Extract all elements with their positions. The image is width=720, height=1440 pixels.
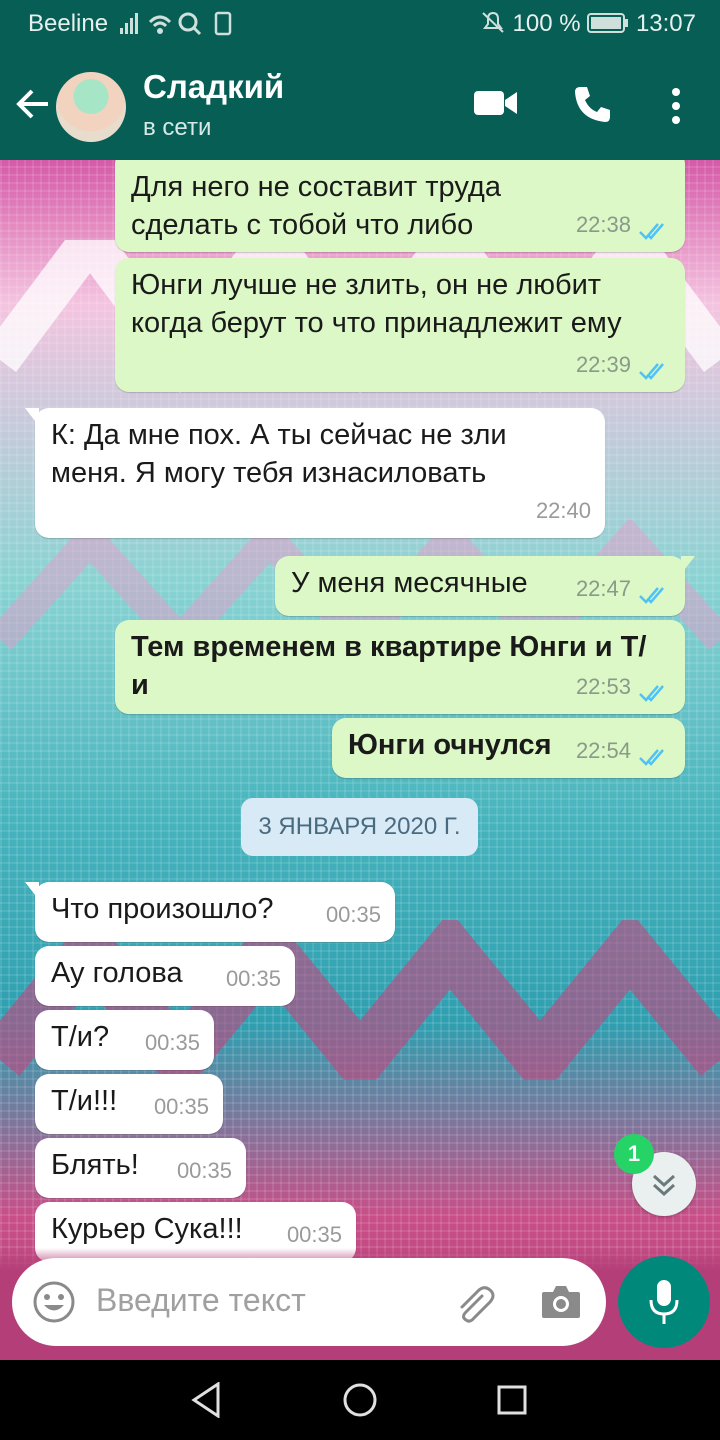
message-time: 00:35 (153, 1094, 209, 1119)
voice-call-icon[interactable] (572, 84, 612, 124)
bubble-tail (681, 556, 695, 574)
message-time: 22:38 (575, 212, 631, 237)
message-text: У меня месячные (291, 567, 528, 599)
system-nav-bar (0, 1360, 720, 1440)
contact-status: в сети (143, 114, 212, 141)
signal-wifi-icons (120, 10, 240, 44)
camera-icon[interactable] (540, 1282, 582, 1322)
message-outgoing[interactable]: Для него не составит труда сделать с тоб… (115, 160, 685, 252)
carrier-name: Beeline (28, 10, 109, 37)
nav-recents-icon[interactable] (496, 1384, 528, 1416)
message-input[interactable]: Введите текст (96, 1282, 306, 1319)
message-text: Ау голова (51, 957, 183, 989)
battery-icon (587, 13, 629, 33)
message-time: 22:40 (535, 498, 591, 523)
nav-back-icon[interactable] (190, 1382, 222, 1418)
message-incoming[interactable]: Т/и? 00:35 (35, 1010, 214, 1070)
message-time: 22:39 (575, 352, 631, 377)
message-text: Блять! (51, 1149, 139, 1181)
microphone-icon (649, 1280, 679, 1324)
message-incoming[interactable]: Ау голова 00:35 (35, 946, 295, 1006)
signal-icon (120, 11, 232, 36)
bubble-tail (25, 882, 39, 900)
message-text: Юнги лучше не злить, он не любит когда б… (131, 269, 622, 339)
message-text: Т/и!!! (51, 1085, 118, 1117)
date-separator: 3 ЯНВАРЯ 2020 Г. (241, 798, 478, 856)
video-call-icon[interactable] (474, 88, 518, 118)
message-time: 22:53 (575, 674, 631, 699)
more-options-icon[interactable] (668, 86, 684, 126)
message-time: 00:35 (176, 1158, 232, 1183)
nav-home-icon[interactable] (342, 1382, 378, 1418)
message-outgoing[interactable]: Юнги лучше не злить, он не любит когда б… (115, 258, 685, 392)
read-receipt-icon (639, 223, 664, 240)
contact-avatar[interactable] (56, 72, 126, 142)
chat-header: Сладкий в сети (0, 48, 720, 160)
read-receipt-icon (639, 587, 664, 604)
message-text: Для него не составит труда сделать с тоб… (131, 171, 501, 241)
message-incoming[interactable]: К: Да мне пох. А ты сейчас не зли меня. … (25, 408, 605, 538)
message-time: 00:35 (225, 966, 281, 991)
voice-message-button[interactable] (618, 1256, 710, 1348)
bubble-tail (25, 408, 39, 426)
read-receipt-icon (639, 363, 664, 380)
chat-area[interactable]: Для него не составит труда сделать с тоб… (0, 160, 720, 1360)
battery-percent: 100 % (512, 10, 581, 37)
status-bar: Beeline 100 % 13:07 (0, 0, 720, 48)
message-time: 00:35 (144, 1030, 200, 1055)
message-incoming[interactable]: Т/и!!! 00:35 (35, 1074, 223, 1134)
message-time: 00:35 (325, 902, 381, 927)
message-text: Юнги очнулся (348, 729, 552, 761)
message-outgoing[interactable]: Юнги очнулся 22:54 (332, 718, 685, 778)
read-receipt-icon (639, 685, 664, 702)
message-incoming[interactable]: Блять! 00:35 (35, 1138, 246, 1198)
message-time: 22:47 (575, 576, 631, 601)
clock: 13:07 (635, 10, 696, 37)
contact-name[interactable]: Сладкий (143, 68, 284, 106)
message-time: 22:54 (575, 738, 631, 763)
message-text: Т/и? (51, 1021, 110, 1053)
status-right: 100 % 13:07 (480, 10, 696, 38)
message-text: К: Да мне пох. А ты сейчас не зли меня. … (51, 419, 507, 489)
mute-bell-icon (482, 11, 504, 33)
back-arrow-icon[interactable] (14, 84, 54, 124)
message-outgoing[interactable]: Тем временем в квартире Юнги и Т/и 22:53 (115, 620, 685, 714)
read-receipt-icon (639, 749, 664, 766)
attach-icon[interactable] (452, 1282, 496, 1326)
message-outgoing[interactable]: У меня месячные 22:47 (275, 556, 695, 616)
message-composer[interactable]: Введите текст (12, 1258, 606, 1346)
message-text: Что произошло? (51, 893, 274, 925)
emoji-icon[interactable] (32, 1280, 76, 1324)
unread-count-badge: 1 (614, 1134, 654, 1174)
message-text: Курьер Сука!!! (51, 1213, 243, 1245)
message-incoming[interactable]: Что произошло? 00:35 (25, 882, 395, 942)
